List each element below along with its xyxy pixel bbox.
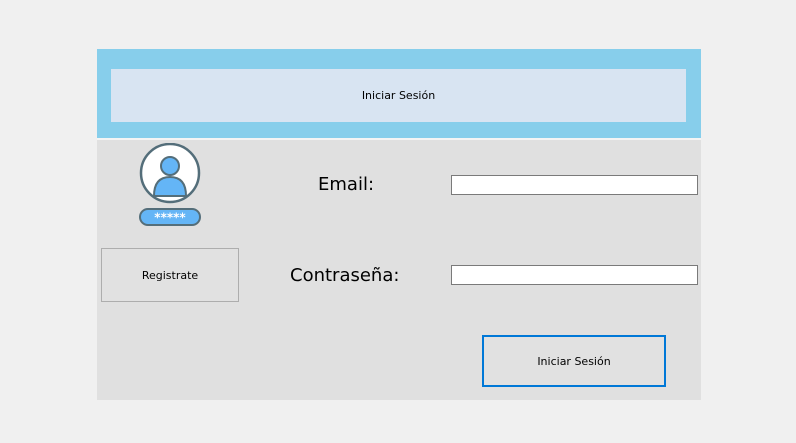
header-band: Iniciar Sesión [97,49,701,138]
login-form: Iniciar Sesión ***** Registrate Email: C… [97,49,701,400]
password-label: Contraseña: [290,265,400,286]
email-field[interactable] [451,175,698,195]
login-button[interactable]: Iniciar Sesión [482,335,666,387]
header-title: Iniciar Sesión [111,69,686,122]
email-label: Email: [318,174,375,195]
register-button[interactable]: Registrate [101,248,239,302]
password-mask-text: ***** [154,211,186,225]
header-divider [97,138,701,140]
password-field[interactable] [451,265,698,285]
user-password-icon: ***** [139,143,201,226]
